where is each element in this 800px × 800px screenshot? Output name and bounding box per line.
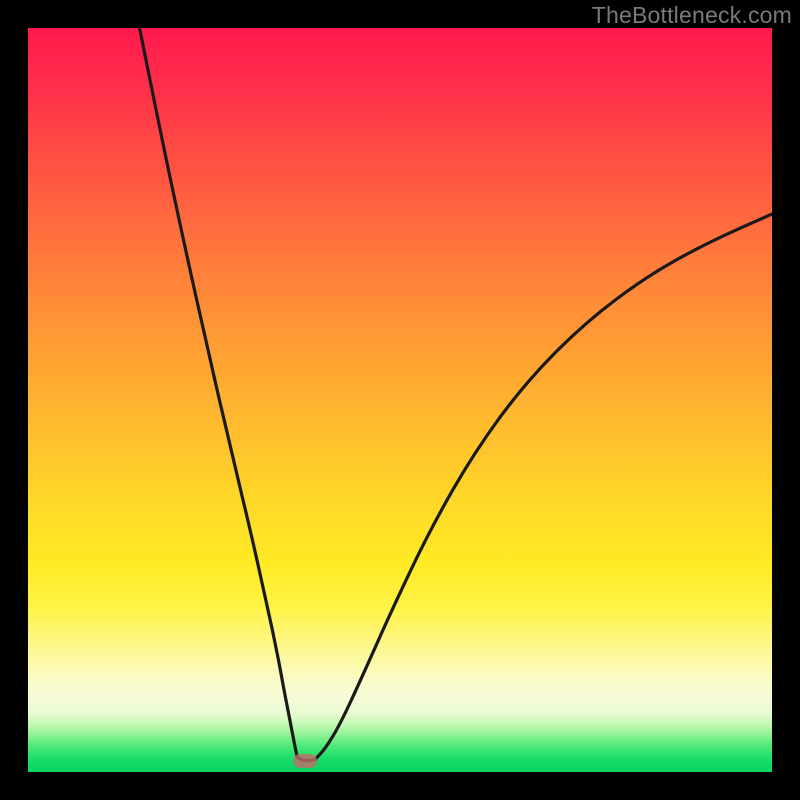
outer-frame: TheBottleneck.com xyxy=(0,0,800,800)
watermark-text: TheBottleneck.com xyxy=(592,2,792,29)
bottleneck-curve xyxy=(28,28,772,772)
curve-path xyxy=(140,28,772,761)
minimum-marker xyxy=(293,754,317,768)
plot-area xyxy=(28,28,772,772)
